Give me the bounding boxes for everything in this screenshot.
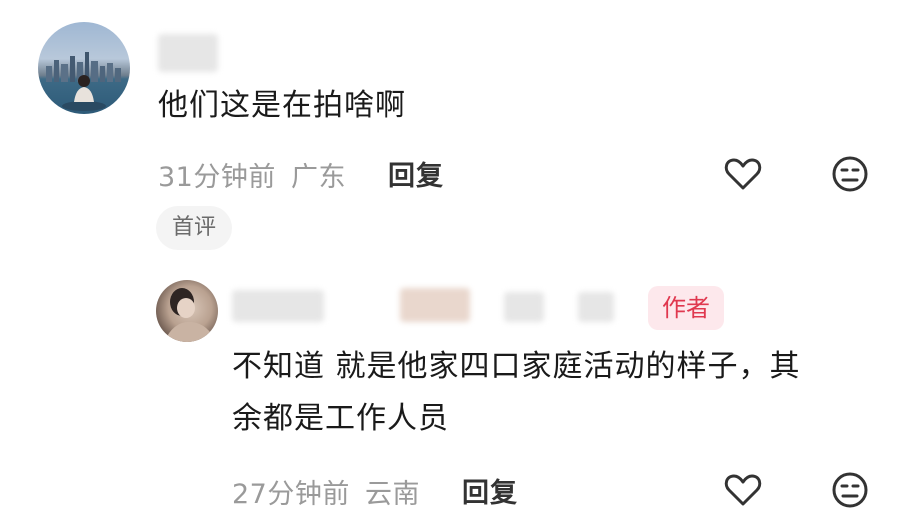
- portrait-image: [164, 288, 216, 342]
- neutral-face-icon[interactable]: [830, 470, 870, 510]
- reply-text-line-1: 不知道 就是他家四口家庭活动的样子，其: [232, 349, 801, 384]
- neutral-face-icon[interactable]: [830, 154, 870, 194]
- reply-time: 27分钟前: [232, 479, 350, 510]
- author-badge: 作者: [648, 286, 724, 330]
- author-avatar[interactable]: [156, 280, 218, 342]
- reply-text: 不知道 就是他家四口家庭活动的样子，其 余都是工作人员: [232, 347, 801, 439]
- reply-button[interactable]: 回复: [462, 471, 518, 510]
- commenter-avatar[interactable]: [38, 22, 130, 114]
- comment-location: 广东: [290, 162, 346, 193]
- username-redacted[interactable]: [232, 288, 622, 324]
- reply-text-line-2: 余都是工作人员: [232, 401, 449, 436]
- reply-button[interactable]: 回复: [388, 154, 444, 193]
- comment-text: 他们这是在拍啥啊: [158, 88, 406, 123]
- comment-time: 31分钟前: [158, 162, 276, 193]
- first-comment-badge: 首评: [156, 206, 233, 250]
- username-redacted[interactable]: [158, 34, 218, 72]
- heart-outline-icon[interactable]: [723, 470, 763, 510]
- reply-location: 云南: [364, 479, 420, 510]
- heart-outline-icon[interactable]: [723, 154, 763, 194]
- comment-meta: 31分钟前 广东: [158, 155, 346, 194]
- reply-meta: 27分钟前 云南: [232, 472, 420, 511]
- person-silhouette-image: [62, 75, 106, 111]
